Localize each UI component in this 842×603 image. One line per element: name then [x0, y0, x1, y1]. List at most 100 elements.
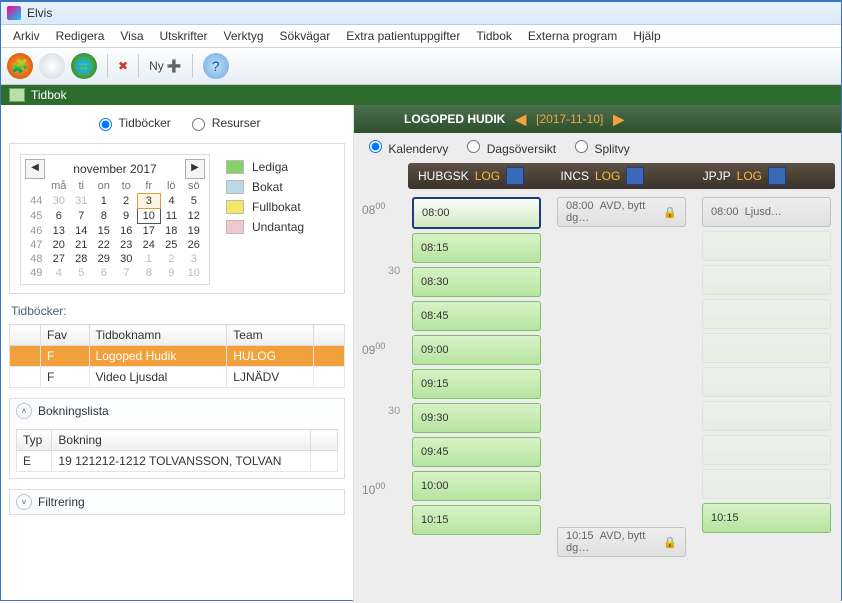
menu-utskrifter[interactable]: Utskrifter [152, 27, 216, 45]
cal-day[interactable]: 24 [138, 238, 161, 252]
cal-day[interactable]: 25 [160, 238, 183, 252]
cal-day[interactable]: 21 [70, 238, 93, 252]
tidbok-row[interactable]: FLogoped HudikHULOG [10, 346, 345, 367]
schedule-col-1[interactable]: 08:00 08:15 08:30 08:45 09:00 09:15 09:30 09:45… [408, 193, 545, 593]
schedule-col-2[interactable]: 08:00 AVD, bytt dg…🔒 10:15 AVD, bytt dg…🔒 [553, 193, 690, 593]
cal-day[interactable]: 12 [183, 209, 206, 224]
menu-arkiv[interactable]: Arkiv [5, 27, 48, 45]
cal-day[interactable]: 8 [93, 209, 116, 224]
menu-visa[interactable]: Visa [112, 27, 151, 45]
time-slot[interactable] [702, 231, 831, 261]
cal-day[interactable]: 1 [93, 194, 116, 209]
bokningslista-header[interactable]: ˄ Bokningslista [10, 399, 344, 423]
time-slot[interactable]: 09:15 [412, 369, 541, 399]
appointment-slot[interactable]: 08:00 Ljusd… [702, 197, 831, 227]
radio-splitvy[interactable]: Splitvy [570, 137, 630, 156]
cal-day[interactable]: 1 [138, 252, 161, 266]
cal-day[interactable]: 31 [70, 194, 93, 209]
menu-redigera[interactable]: Redigera [48, 27, 113, 45]
cal-day[interactable]: 15 [93, 224, 116, 239]
time-slot[interactable]: 09:30 [412, 403, 541, 433]
time-slot[interactable] [702, 435, 831, 465]
tidbocker-table[interactable]: FavTidboknamnTeamFLogoped HudikHULOGFVid… [9, 324, 345, 388]
tool-btn-1[interactable]: 🧩 [7, 53, 33, 79]
help-button[interactable]: ? [203, 53, 229, 79]
cal-day[interactable]: 14 [70, 224, 93, 239]
time-slot[interactable]: 10:15 [412, 505, 541, 535]
date-prev[interactable]: ◀ [515, 111, 526, 128]
radio-splitvy-input[interactable] [575, 140, 588, 153]
radio-resurser-input[interactable] [192, 118, 205, 131]
time-slot[interactable]: 09:45 [412, 437, 541, 467]
cal-day[interactable]: 5 [183, 194, 206, 209]
cal-day[interactable]: 10 [183, 266, 206, 280]
cal-day[interactable]: 8 [138, 266, 161, 280]
cal-prev[interactable]: ◀ [25, 159, 45, 179]
cal-day[interactable]: 26 [183, 238, 206, 252]
cal-day[interactable]: 22 [93, 238, 116, 252]
tool-btn-2[interactable] [39, 53, 65, 79]
bokning-row[interactable]: E19 121212-1212 TOLVANSSON, TOLVAN [17, 451, 338, 472]
radio-resurser[interactable]: Resurser [187, 115, 261, 131]
cal-day[interactable]: 9 [115, 209, 138, 224]
menu-extra-patientuppgifter[interactable]: Extra patientuppgifter [338, 27, 468, 45]
menu-tidbok[interactable]: Tidbok [468, 27, 520, 45]
time-slot[interactable] [702, 265, 831, 295]
pin-icon[interactable] [626, 167, 644, 185]
menu-sökvägar[interactable]: Sökvägar [272, 27, 339, 45]
menu-verktyg[interactable]: Verktyg [216, 27, 272, 45]
time-slot[interactable]: 09:00 [412, 335, 541, 365]
cal-day[interactable]: 29 [93, 252, 116, 266]
cal-day[interactable]: 11 [160, 209, 183, 224]
time-slot[interactable]: 08:15 [412, 233, 541, 263]
appointment-slot[interactable]: 08:00 AVD, bytt dg…🔒 [557, 197, 686, 227]
cal-day[interactable]: 7 [115, 266, 138, 280]
time-slot[interactable]: 08:30 [412, 267, 541, 297]
cal-day[interactable]: 5 [70, 266, 93, 280]
cal-day[interactable]: 4 [160, 194, 183, 209]
cal-day[interactable]: 18 [160, 224, 183, 239]
radio-dagsoversikt-input[interactable] [467, 140, 480, 153]
date-next[interactable]: ▶ [613, 111, 624, 128]
pin-icon[interactable] [768, 167, 786, 185]
time-slot[interactable] [702, 367, 831, 397]
menu-externa-program[interactable]: Externa program [520, 27, 625, 45]
cal-day[interactable]: 3 [183, 252, 206, 266]
time-slot[interactable] [702, 469, 831, 499]
mini-calendar[interactable]: ◀ november 2017 ▶ måtiontofrlösö44303112… [20, 154, 210, 285]
cal-day[interactable]: 7 [70, 209, 93, 224]
cal-day[interactable]: 4 [48, 266, 71, 280]
time-slot[interactable]: 10:00 [412, 471, 541, 501]
tool-btn-3[interactable]: 🌐 [71, 53, 97, 79]
radio-kalendervy-input[interactable] [369, 140, 382, 153]
cal-day[interactable]: 27 [48, 252, 71, 266]
cal-day[interactable]: 13 [48, 224, 71, 239]
cal-day[interactable]: 2 [160, 252, 183, 266]
col-header-hubgsk[interactable]: HUBGSK LOG [408, 167, 550, 185]
cal-day[interactable]: 6 [93, 266, 116, 280]
cal-day[interactable]: 6 [48, 209, 71, 224]
cal-next[interactable]: ▶ [185, 159, 205, 179]
new-button[interactable]: Ny➕ [149, 59, 182, 73]
filtrering-header[interactable]: ˅ Filtrering [10, 490, 344, 514]
time-slot[interactable] [702, 401, 831, 431]
time-slot[interactable]: 08:00 [412, 197, 541, 229]
time-slot[interactable]: 08:45 [412, 301, 541, 331]
radio-tidbocker[interactable]: Tidböcker [94, 115, 171, 131]
radio-kalendervy[interactable]: Kalendervy [364, 137, 448, 156]
time-slot[interactable] [702, 299, 831, 329]
bokningslista-table[interactable]: TypBokningE19 121212-1212 TOLVANSSON, TO… [16, 429, 338, 472]
cal-day[interactable]: 23 [115, 238, 138, 252]
radio-tidbocker-input[interactable] [99, 118, 112, 131]
appointment-slot[interactable]: 10:15 AVD, bytt dg…🔒 [557, 527, 686, 557]
cal-day[interactable]: 19 [183, 224, 206, 239]
cal-day[interactable]: 16 [115, 224, 138, 239]
tidbok-row[interactable]: FVideo LjusdalLJNÄDV [10, 367, 345, 388]
cal-day[interactable]: 17 [138, 224, 161, 239]
radio-dagsoversikt[interactable]: Dagsöversikt [462, 137, 556, 156]
calendar-grid[interactable]: måtiontofrlösö44303112345456789101112461… [25, 179, 205, 280]
cal-day[interactable]: 30 [115, 252, 138, 266]
schedule-col-3[interactable]: 08:00 Ljusd…10:15 [698, 193, 835, 593]
cal-day[interactable]: 9 [160, 266, 183, 280]
menu-hjälp[interactable]: Hjälp [625, 27, 668, 45]
